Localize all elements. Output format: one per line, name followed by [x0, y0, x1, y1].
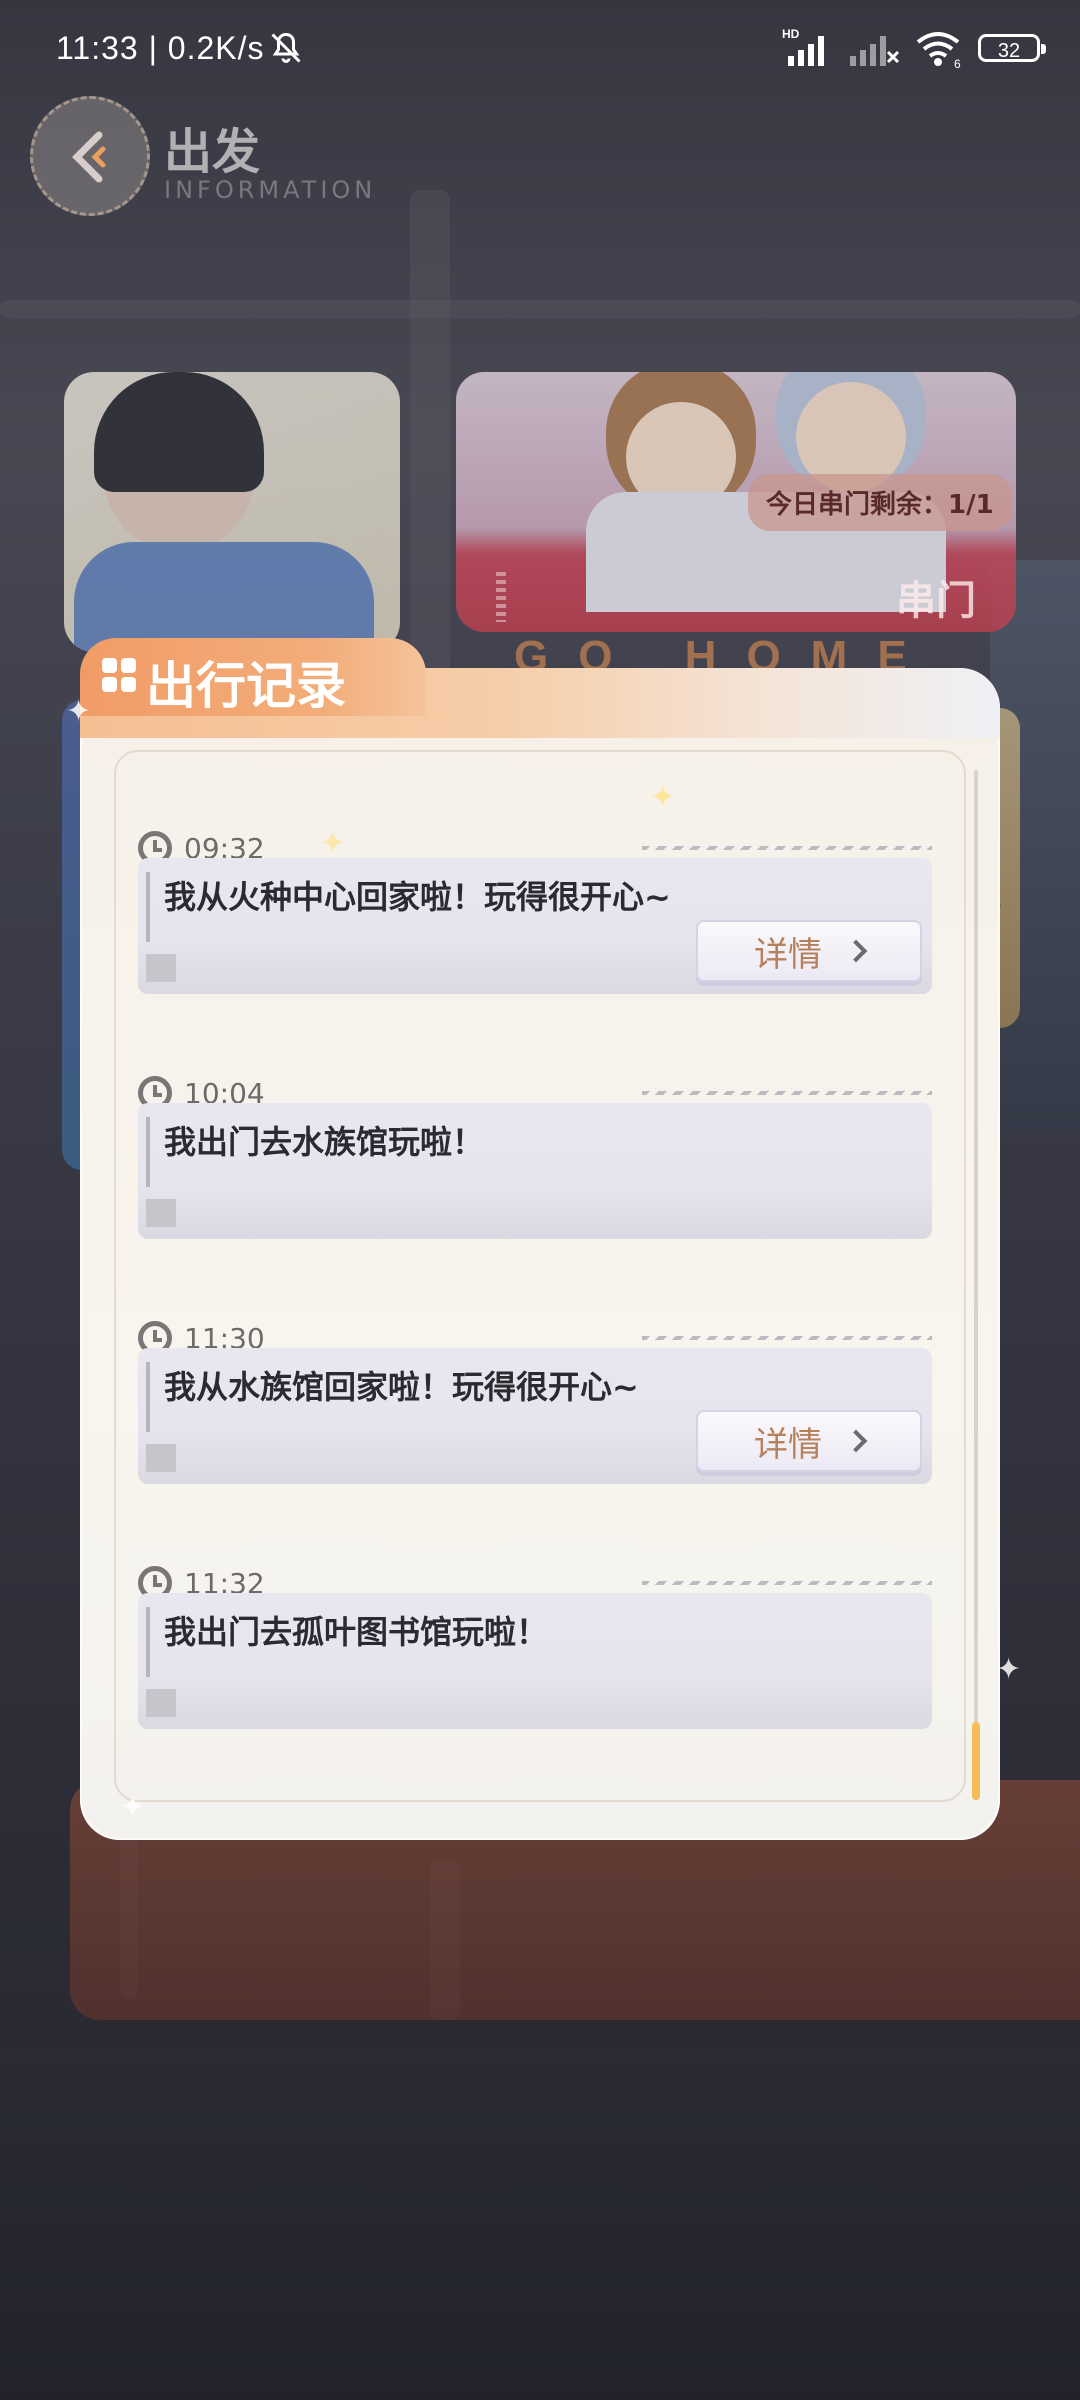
wifi-icon: 6 — [916, 32, 961, 68]
page-subtitle: INFORMATION — [164, 176, 377, 204]
back-button[interactable] — [30, 96, 150, 216]
page-title: 出发 — [164, 124, 261, 180]
mute-bell-icon — [271, 32, 301, 63]
entry-message-box: 我出门去孤叶图书馆玩啦！ — [138, 1593, 932, 1729]
sparkle-icon: ✦ — [66, 694, 92, 729]
signal-x-icon — [850, 36, 900, 66]
detail-button[interactable]: 详情 — [696, 920, 922, 982]
chevron-right-icon — [844, 1429, 868, 1453]
entry-message-box: 我从火种中心回家啦！玩得很开心~ 详情 — [138, 858, 932, 994]
visit-quota-badge: 今日串门剩余：1/1 — [748, 474, 1012, 531]
scrollbar[interactable] — [974, 770, 978, 1800]
entry-text: 我从火种中心回家啦！玩得很开心~ — [164, 878, 671, 916]
scrollbar-thumb[interactable] — [972, 1722, 980, 1800]
sparkle-icon: ✦ — [320, 826, 346, 861]
status-bar: 11:33 | 0.2K/s HD 6 32 — [0, 0, 1080, 80]
sparkle-icon: ✦ — [120, 1790, 146, 1825]
back-arrow-icon — [72, 131, 106, 183]
entry-text: 我出门去水族馆玩啦！ — [164, 1123, 485, 1161]
entry-text: 我从水族馆回家啦！玩得很开心~ — [164, 1368, 639, 1406]
grid-icon — [102, 658, 138, 694]
svg-text:6: 6 — [954, 57, 961, 68]
svg-text:HD: HD — [782, 28, 800, 41]
status-icons: HD 6 32 — [782, 28, 1046, 68]
character-card[interactable] — [64, 372, 400, 652]
sparkle-icon: ✦ — [996, 1652, 1022, 1687]
panel-title: 出行记录 — [146, 657, 346, 715]
entry-message-box: 我从水族馆回家啦！玩得很开心~ 详情 — [138, 1348, 932, 1484]
sparkle-icon: ✦ — [650, 780, 676, 815]
battery-icon: 32 — [978, 34, 1046, 62]
entry-text: 我出门去孤叶图书馆玩啦！ — [164, 1613, 549, 1651]
entry-message-box: 我出门去水族馆玩啦！ — [138, 1103, 932, 1239]
visit-label: 串门 — [896, 578, 976, 624]
status-time: 11:33 | 0.2K/s — [56, 30, 265, 66]
detail-button[interactable]: 详情 — [696, 1410, 922, 1472]
chevron-right-icon — [844, 939, 868, 963]
signal-icon: HD — [782, 28, 824, 66]
